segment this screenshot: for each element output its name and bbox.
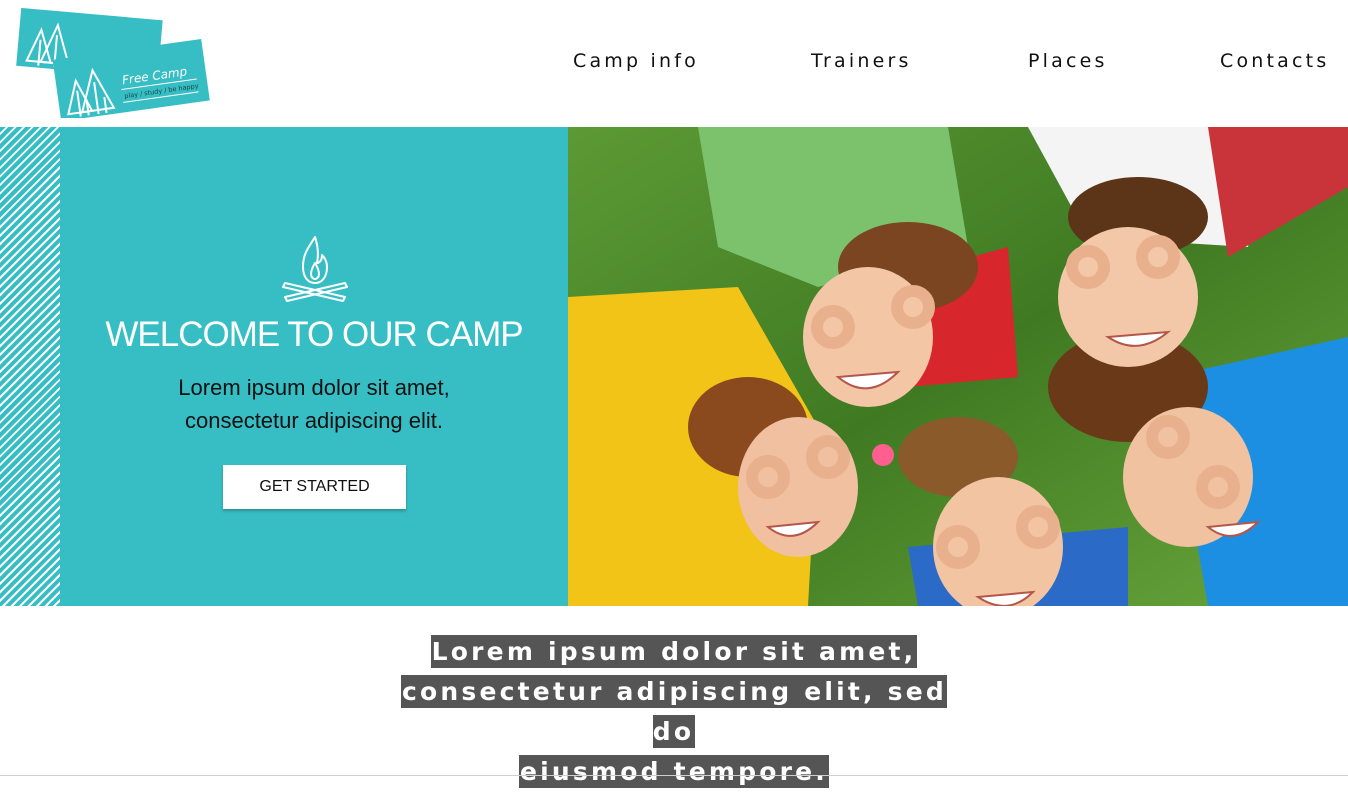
logo[interactable]: Free Camp play / study / be happy [14, 7, 210, 122]
nav-item-places[interactable]: Places [1028, 50, 1108, 72]
get-started-button[interactable]: GET STARTED [223, 465, 406, 509]
nav-item-trainers[interactable]: Trainers [811, 50, 912, 72]
nav-item-camp-info[interactable]: Camp info [573, 50, 699, 72]
hero-panel: WELCOME TO OUR CAMP Lorem ipsum dolor si… [0, 127, 568, 606]
kids-in-grass-photo [568, 127, 1348, 606]
campfire-icon [282, 236, 348, 302]
nav-item-contacts[interactable]: Contacts [1220, 50, 1329, 72]
hero-subtitle-line-2: consectetur adipiscing elit. [184, 408, 444, 433]
hero-section: WELCOME TO OUR CAMP Lorem ipsum dolor si… [0, 127, 1348, 606]
striped-border [0, 127, 60, 606]
divider [0, 775, 1348, 776]
hero-subtitle: Lorem ipsum dolor sit amet, consectetur … [60, 371, 568, 437]
tagline-line-1: Lorem ipsum dolor sit amet, [430, 635, 918, 668]
hero-title: WELCOME TO OUR CAMP [105, 315, 523, 354]
tagline: Lorem ipsum dolor sit amet, consectetur … [374, 632, 974, 792]
site-header: Free Camp play / study / be happy Camp i… [0, 0, 1348, 127]
tagline-line-2: consectetur adipiscing elit, sed do [401, 675, 947, 748]
tagline-line-3: eiusmod tempore. [518, 755, 830, 788]
photo-illustration [568, 127, 1348, 606]
logo-graphic: Free Camp play / study / be happy [16, 7, 210, 122]
hero-subtitle-line-1: Lorem ipsum dolor sit amet, [178, 375, 450, 400]
